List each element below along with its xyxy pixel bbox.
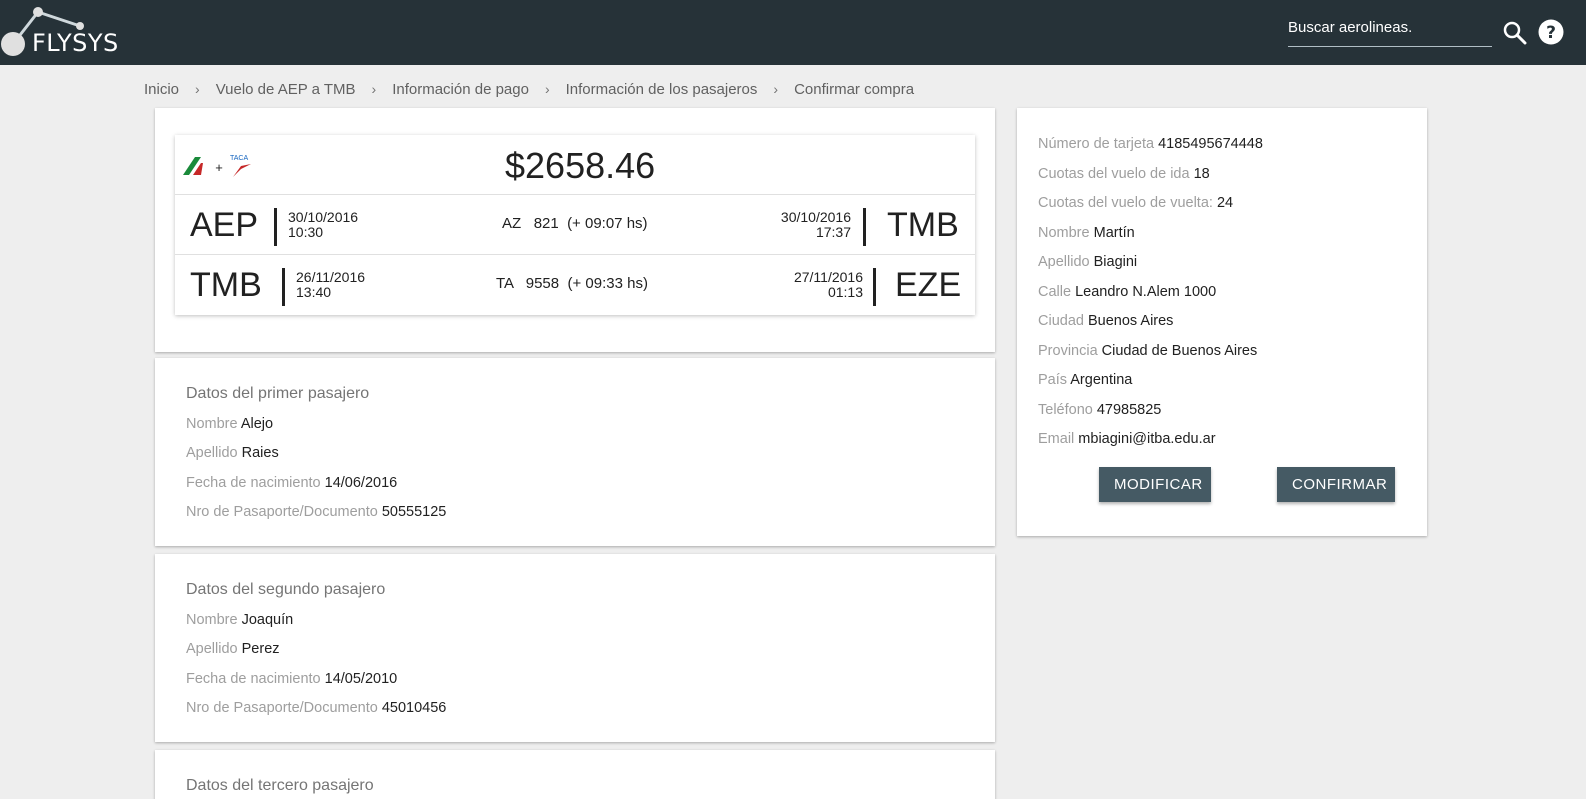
passenger-nombre: Nombre Alejo xyxy=(186,416,274,432)
breadcrumb: Inicio › Vuelo de AEP a TMB › Informació… xyxy=(144,78,914,100)
breadcrumb-pasajeros[interactable]: Información de los pasajeros xyxy=(566,81,758,98)
origin-code: AEP xyxy=(190,206,259,244)
passenger-nombre: Nombre Joaquín xyxy=(186,612,294,628)
passenger-title: Datos del segundo pasajero xyxy=(186,581,386,598)
passenger-apellido: Apellido Perez xyxy=(186,641,280,657)
calle-row: Calle Leandro N.Alem 1000 xyxy=(1038,284,1217,300)
chevron-right-icon: › xyxy=(195,81,200,97)
cuotas-ida-row: Cuotas del vuelo de ida 18 xyxy=(1038,166,1210,182)
passenger-documento: Nro de Pasaporte/Documento 50555125 xyxy=(186,504,447,520)
flysys-logo[interactable]: FLYSYS xyxy=(0,4,130,62)
destination-code: TMB xyxy=(887,206,959,244)
passenger-fecha: Fecha de nacimiento 14/05/2010 xyxy=(186,671,398,687)
arrival-datetime: 30/10/2016 17:37 xyxy=(780,209,851,240)
confirm-button[interactable]: CONFIRMAR xyxy=(1277,467,1395,502)
modify-button[interactable]: MODIFICAR xyxy=(1099,467,1211,502)
apellido-row: Apellido Biagini xyxy=(1038,254,1138,270)
passenger-title: Datos del primer pasajero xyxy=(186,385,370,402)
airline-logos-icon: + TACA xyxy=(183,155,251,177)
search-icon[interactable] xyxy=(1502,20,1528,46)
provincia-row: Provincia Ciudad de Buenos Aires xyxy=(1038,343,1258,359)
top-bar: FLYSYS ? xyxy=(0,0,1586,65)
logo-text: FLYSYS xyxy=(32,29,119,57)
origin-code: TMB xyxy=(190,266,262,304)
flight-number: AZ 821 (+ 09:07 hs) xyxy=(502,215,648,232)
svg-text:+: + xyxy=(215,160,223,175)
passenger-card-2: Datos del segundo pasajero Nombre Joaquí… xyxy=(155,554,995,742)
breadcrumb-inicio[interactable]: Inicio xyxy=(144,81,179,98)
breadcrumb-pago[interactable]: Información de pago xyxy=(392,81,529,98)
destination-code: EZE xyxy=(895,266,962,304)
passenger-documento: Nro de Pasaporte/Documento 45010456 xyxy=(186,700,447,716)
flight-details: + TACA $2658.46 AEP 30/10/2016 10:30 AZ … xyxy=(175,135,975,315)
chevron-right-icon: › xyxy=(544,81,550,97)
svg-text:?: ? xyxy=(1546,23,1556,43)
passenger-title: Datos del tercero pasajero xyxy=(186,777,374,794)
help-icon[interactable]: ? xyxy=(1538,19,1564,45)
breadcrumb-vuelo[interactable]: Vuelo de AEP a TMB xyxy=(216,81,356,98)
departure-datetime: 30/10/2016 10:30 xyxy=(288,209,359,240)
pais-row: País Argentina xyxy=(1038,372,1133,388)
cuotas-vuelta-row: Cuotas del vuelo de vuelta: 24 xyxy=(1038,195,1234,211)
flight-leg-outbound: AEP 30/10/2016 10:30 AZ 821 (+ 09:07 hs)… xyxy=(175,195,975,255)
chevron-right-icon: › xyxy=(773,81,779,97)
payment-summary-card: Número de tarjeta 4185495674448 Cuotas d… xyxy=(1017,108,1427,536)
total-price: $2658.46 xyxy=(505,145,656,186)
search-box[interactable] xyxy=(1288,12,1492,47)
divider xyxy=(274,208,277,246)
flight-leg-return: TMB 26/11/2016 13:40 TA 9558 (+ 09:33 hs… xyxy=(175,255,975,315)
flight-summary-card: + TACA $2658.46 AEP 30/10/2016 10:30 AZ … xyxy=(155,108,995,352)
svg-text:TACA: TACA xyxy=(230,155,248,162)
departure-datetime: 26/11/2016 13:40 xyxy=(296,269,366,300)
ciudad-row: Ciudad Buenos Aires xyxy=(1038,313,1174,329)
divider xyxy=(282,268,285,306)
divider xyxy=(863,208,866,246)
passenger-card-3: Datos del tercero pasajero xyxy=(155,750,995,799)
card-number-row: Número de tarjeta 4185495674448 xyxy=(1038,136,1263,152)
chevron-right-icon: › xyxy=(371,81,377,97)
telefono-row: Teléfono 47985825 xyxy=(1038,402,1162,418)
divider xyxy=(873,268,876,306)
passenger-fecha: Fecha de nacimiento 14/06/2016 xyxy=(186,475,398,491)
search-input[interactable] xyxy=(1288,12,1492,42)
flight-header: + TACA $2658.46 xyxy=(175,135,975,195)
flight-number: TA 9558 (+ 09:33 hs) xyxy=(496,275,648,292)
breadcrumb-confirmar[interactable]: Confirmar compra xyxy=(794,81,914,98)
arrival-datetime: 27/11/2016 01:13 xyxy=(793,269,863,300)
nombre-row: Nombre Martín xyxy=(1038,225,1135,241)
passenger-card-1: Datos del primer pasajero Nombre Alejo A… xyxy=(155,358,995,546)
passenger-apellido: Apellido Raies xyxy=(186,445,279,461)
email-row: Email mbiagini@itba.edu.ar xyxy=(1038,431,1216,447)
